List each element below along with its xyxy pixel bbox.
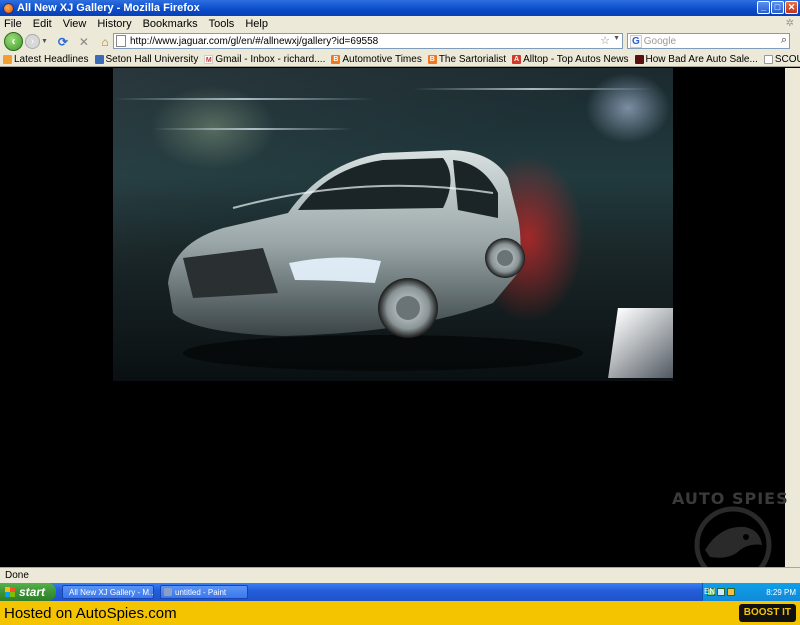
- bookmark-item[interactable]: A Alltop - Top Autos News: [512, 53, 629, 65]
- star-icon[interactable]: ☆: [600, 34, 610, 47]
- paint-icon: [164, 588, 172, 596]
- history-dropdown-icon[interactable]: ▼: [41, 38, 48, 45]
- page-icon: [634, 54, 644, 64]
- start-label: start: [19, 585, 46, 599]
- search-input[interactable]: G Google ⌕: [627, 33, 790, 49]
- car-photo[interactable]: [113, 68, 673, 381]
- url-dropdown-icon[interactable]: ▼: [613, 35, 620, 42]
- stop-icon[interactable]: ✕: [77, 35, 91, 49]
- page-icon: [763, 54, 773, 64]
- task-paint[interactable]: untitled - Paint: [160, 585, 248, 599]
- status-bar: Done: [0, 567, 800, 583]
- page-icon: [116, 35, 126, 47]
- start-button[interactable]: start: [0, 583, 56, 601]
- menu-edit[interactable]: Edit: [33, 18, 52, 30]
- bookmark-label: How Bad Are Auto Sale...: [645, 53, 758, 65]
- title-bar: All New XJ Gallery - Mozilla Firefox _ □…: [0, 0, 800, 16]
- firefox-icon: [3, 2, 14, 14]
- menu-bookmarks[interactable]: Bookmarks: [143, 18, 198, 30]
- bookmark-item[interactable]: How Bad Are Auto Sale...: [634, 53, 758, 65]
- bookmark-item[interactable]: SCOUTING NY - www.s...: [763, 53, 800, 65]
- gmail-icon: M: [204, 54, 214, 64]
- window-title: All New XJ Gallery - Mozilla Firefox: [17, 2, 200, 14]
- windows-logo-icon: [5, 587, 15, 597]
- blogger-icon: B: [331, 54, 341, 64]
- blogger-icon: B: [427, 54, 437, 64]
- bookmark-item[interactable]: Seton Hall University: [94, 53, 199, 65]
- volume-icon[interactable]: [717, 588, 725, 596]
- menu-tools[interactable]: Tools: [209, 18, 235, 30]
- taskbar: start All New XJ Gallery - M... untitled…: [0, 583, 800, 601]
- hosted-footer: Hosted on AutoSpies.com BOOST IT: [0, 601, 800, 625]
- bookmarks-toolbar: Latest Headlines Seton Hall University M…: [0, 52, 800, 67]
- bookmark-label: Latest Headlines: [14, 53, 89, 65]
- system-tray: 8:29 PM: [702, 583, 800, 601]
- menu-view[interactable]: View: [63, 18, 87, 30]
- menu-history[interactable]: History: [97, 18, 131, 30]
- page-content: [3, 68, 785, 567]
- footer-text: Hosted on AutoSpies.com: [4, 604, 177, 622]
- window-controls: _ □ ✕: [757, 1, 798, 14]
- google-icon[interactable]: G: [630, 34, 642, 48]
- security-icon[interactable]: [727, 588, 735, 596]
- status-text: Done: [5, 570, 29, 581]
- bookmark-label: Automotive Times: [342, 53, 422, 65]
- url-bar[interactable]: http://www.jaguar.com/gl/en/#/allnewxj/g…: [113, 33, 623, 49]
- menu-help[interactable]: Help: [245, 18, 268, 30]
- task-firefox[interactable]: All New XJ Gallery - M...: [62, 585, 154, 599]
- task-label: untitled - Paint: [175, 587, 227, 597]
- task-label: All New XJ Gallery - M...: [69, 587, 154, 597]
- search-placeholder: Google: [643, 35, 677, 47]
- throbber-icon: ✲: [785, 18, 794, 29]
- close-button[interactable]: ✕: [785, 1, 798, 14]
- alltop-icon: A: [512, 54, 522, 64]
- back-arrow-icon[interactable]: ‹: [4, 32, 23, 51]
- bookmark-label: SCOUTING NY - www.s...: [774, 53, 800, 65]
- boost-it-button[interactable]: BOOST IT: [738, 604, 796, 622]
- seton-hall-icon: [94, 54, 104, 64]
- forward-arrow-icon[interactable]: ›: [25, 34, 40, 49]
- bookmark-label: The Sartorialist: [438, 53, 507, 65]
- maximize-button[interactable]: □: [771, 1, 784, 14]
- bookmark-item[interactable]: Latest Headlines: [3, 54, 89, 65]
- menu-file[interactable]: File: [4, 18, 22, 30]
- bookmark-label: Alltop - Top Autos News: [523, 53, 629, 65]
- bookmark-item[interactable]: B Automotive Times: [331, 53, 422, 65]
- menu-bar: File Edit View History Bookmarks Tools H…: [0, 16, 800, 31]
- bookmark-item[interactable]: M Gmail - Inbox - richard....: [204, 54, 325, 65]
- bookmark-label: Gmail - Inbox - richard....: [215, 53, 326, 65]
- search-icon[interactable]: ⌕: [781, 34, 787, 47]
- rss-icon: [3, 54, 12, 64]
- navigation-toolbar: ‹ › ▼ ⟳ ✕ ⌂ http://www.jaguar.com/gl/en/…: [0, 31, 800, 52]
- bookmark-label: Seton Hall University: [105, 53, 199, 65]
- bookmark-item[interactable]: B The Sartorialist: [427, 53, 507, 65]
- car-illustration: [168, 150, 583, 371]
- home-icon[interactable]: ⌂: [98, 35, 112, 49]
- language-indicator[interactable]: EN: [704, 587, 715, 596]
- url-text: http://www.jaguar.com/gl/en/#/allnewxj/g…: [130, 35, 379, 47]
- clock[interactable]: 8:29 PM: [766, 588, 796, 597]
- minimize-button[interactable]: _: [757, 1, 770, 14]
- reload-icon[interactable]: ⟳: [56, 35, 70, 49]
